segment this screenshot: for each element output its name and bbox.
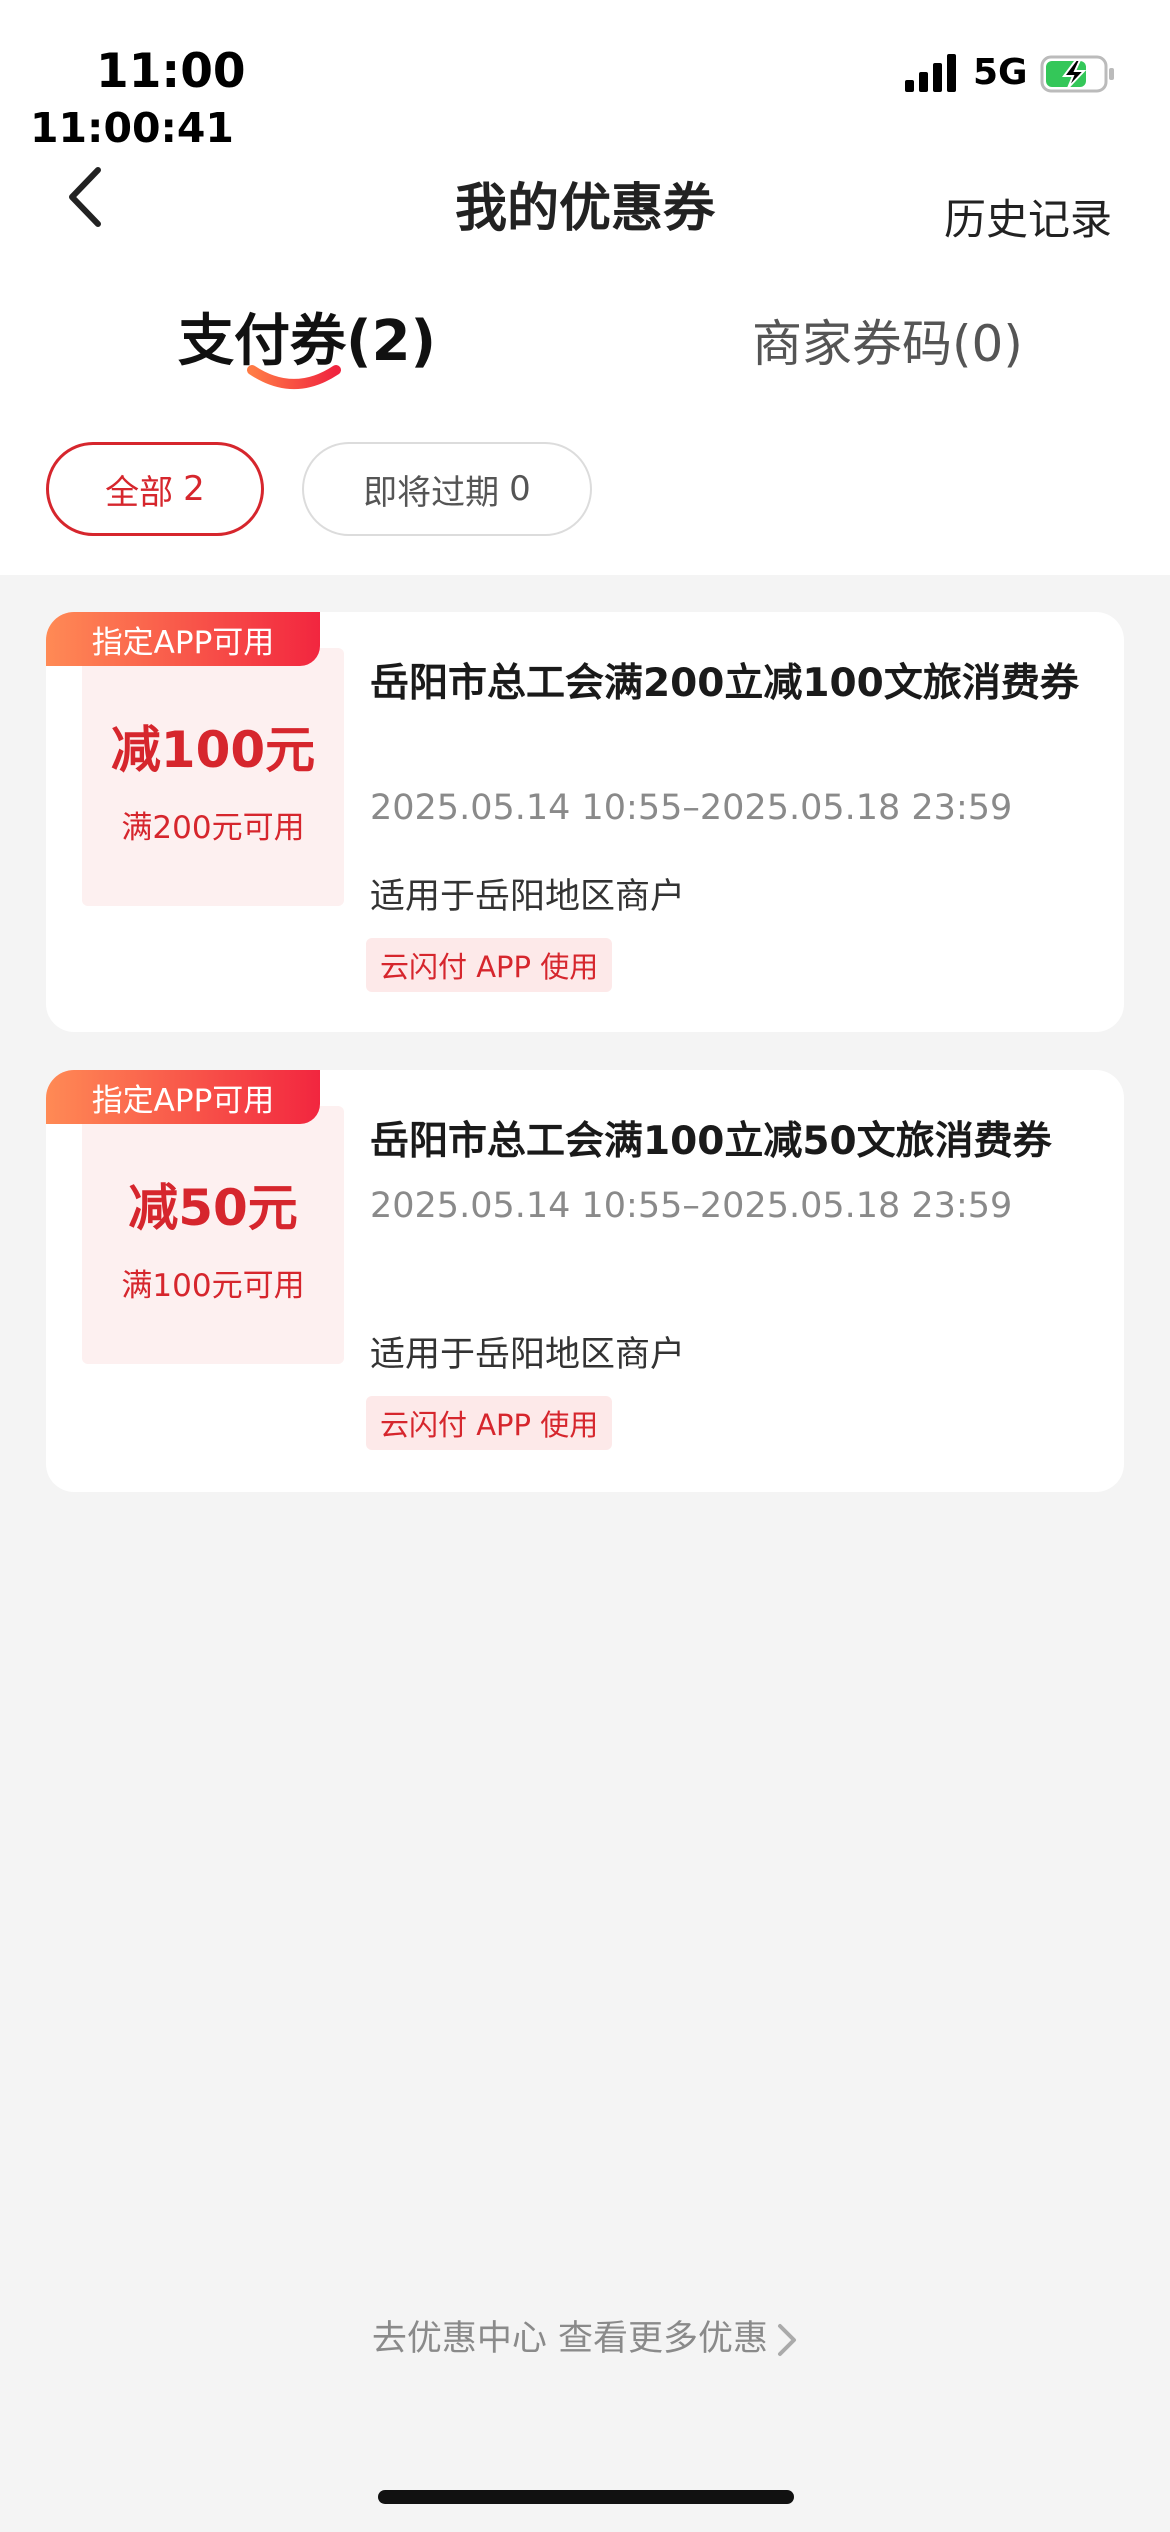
filter-all-count: 2: [183, 469, 205, 509]
tab-active-indicator: [247, 365, 341, 389]
coupon-app-badge: 云闪付 APP 使用: [366, 938, 613, 992]
filter-expiring-count: 0: [509, 469, 531, 509]
filter-expiring-label: 即将过期: [363, 472, 500, 513]
clock-overlay: 11:00:41: [30, 104, 234, 152]
app-only-tag: 指定APP可用: [46, 612, 320, 666]
more-offers-label: 去优惠中心 查看更多优惠: [371, 2319, 769, 2359]
tab-merchant-codes[interactable]: 商家券码(0): [752, 304, 1023, 376]
coupon-scope: 适用于岳阳地区商户: [370, 1335, 686, 1375]
more-offers-link[interactable]: 去优惠中心 查看更多优惠: [0, 2310, 1170, 2361]
filter-all-chip[interactable]: 全部 2: [46, 442, 264, 536]
coupon-validity: 2025.05.14 10:55–2025.05.18 23:59: [370, 1186, 1013, 1226]
coupon-value-panel: 减50元 满100元可用: [82, 1106, 344, 1364]
coupon-app-badge: 云闪付 APP 使用: [366, 1396, 613, 1450]
coupon-title: 岳阳市总工会满200立减100文旅消费券: [370, 661, 1079, 706]
coupon-amount: 减50元: [128, 1179, 298, 1237]
coupon-amount: 减100元: [110, 721, 316, 779]
filter-all-label: 全部: [105, 472, 174, 513]
coupon-value-panel: 减100元 满200元可用: [82, 648, 344, 906]
signal-icon: [905, 54, 956, 92]
home-indicator[interactable]: [378, 2490, 794, 2504]
coupon-card[interactable]: 减100元 满200元可用 指定APP可用 岳阳市总工会满200立减100文旅消…: [46, 612, 1124, 1032]
app-only-tag: 指定APP可用: [46, 1070, 320, 1124]
chevron-right-icon: [778, 2324, 797, 2356]
coupon-scope: 适用于岳阳地区商户: [370, 877, 686, 917]
filter-expiring-chip[interactable]: 即将过期 0: [302, 442, 592, 536]
coupon-validity: 2025.05.14 10:55–2025.05.18 23:59: [370, 788, 1013, 828]
history-link[interactable]: 历史记录: [944, 186, 1112, 247]
coupon-condition: 满200元可用: [121, 810, 305, 846]
battery-charging-icon: [1040, 55, 1114, 93]
coupon-card[interactable]: 减50元 满100元可用 指定APP可用 岳阳市总工会满100立减50文旅消费券…: [46, 1070, 1124, 1492]
network-label: 5G: [973, 52, 1028, 93]
coupon-title: 岳阳市总工会满100立减50文旅消费券: [370, 1119, 1052, 1164]
status-time: 11:00: [96, 44, 246, 99]
coupon-condition: 满100元可用: [121, 1268, 305, 1304]
